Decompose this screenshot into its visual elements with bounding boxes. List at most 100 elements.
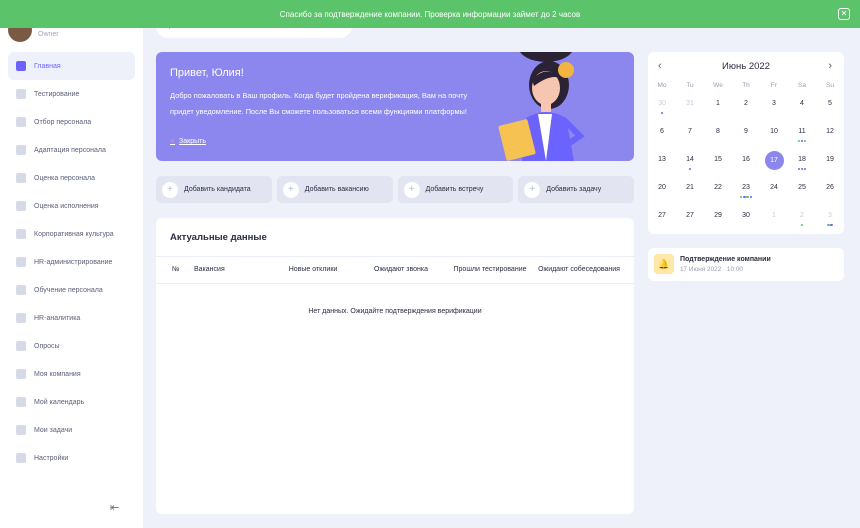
calendar-day[interactable]: 22 <box>704 178 732 206</box>
column-header: Вакансия <box>194 266 225 273</box>
add-action-button[interactable]: + Добавить задачу <box>518 176 634 203</box>
calendar-icon <box>16 397 26 407</box>
calendar-day[interactable]: 31 <box>676 94 704 122</box>
sidebar-item[interactable]: Тестирование <box>8 80 135 108</box>
sidebar-item[interactable]: Настройки <box>8 444 135 472</box>
sidebar-item[interactable]: Главная <box>8 52 135 80</box>
calendar-day[interactable]: 30 <box>732 206 760 234</box>
action-label: Добавить встречу <box>425 186 484 193</box>
calendar-day[interactable]: 3 <box>760 94 788 122</box>
calendar-day[interactable]: 10 <box>760 122 788 150</box>
chevron-right-icon[interactable]: › <box>828 60 832 72</box>
calendar-day[interactable]: 13 <box>648 150 676 178</box>
notification-card[interactable]: 🔔 Подтверждение компании 17 Июня 2022 · … <box>648 248 844 281</box>
calendar-day[interactable]: 9 <box>732 122 760 150</box>
event-dots <box>732 195 760 199</box>
collapse-sidebar-icon[interactable]: ⇤ <box>110 501 119 514</box>
calendar-day[interactable]: 24 <box>760 178 788 206</box>
sidebar-item[interactable]: Мой календарь <box>8 388 135 416</box>
day-number: 21 <box>686 184 694 191</box>
calendar-day[interactable]: 1 <box>760 206 788 234</box>
current-data-card: Актуальные данные № Вакансия Новые отклики… <box>156 218 634 514</box>
chevron-left-icon[interactable]: ‹ <box>658 60 662 72</box>
calendar-month: Июнь 2022 <box>722 61 770 72</box>
sidebar-item[interactable]: HR-аналитика <box>8 304 135 332</box>
calendar-day[interactable]: 27 <box>648 206 676 234</box>
calendar-day[interactable]: 16 <box>732 150 760 178</box>
calendar-day[interactable]: 18 <box>788 150 816 178</box>
sidebar-item-label: Оценка персонала <box>34 174 95 182</box>
plus-icon: + <box>403 181 420 198</box>
culture-icon <box>16 229 26 239</box>
calendar-day[interactable]: 19 <box>816 150 844 178</box>
empty-state: Нет данных. Ожидайте подтверждения вериф… <box>308 308 482 315</box>
event-dot <box>746 195 749 198</box>
add-action-button[interactable]: + Добавить встречу <box>397 176 514 203</box>
sidebar-item[interactable]: Корпоративная культура <box>8 220 135 248</box>
calendar-day[interactable]: 21 <box>676 178 704 206</box>
sidebar-item[interactable]: Отбор персонала <box>8 108 135 136</box>
calendar-day[interactable]: 7 <box>676 122 704 150</box>
calendar-day[interactable]: 5 <box>816 94 844 122</box>
calendar-day[interactable]: 11 <box>788 122 816 150</box>
day-number: 25 <box>798 184 806 191</box>
table-header: № Вакансия Новые отклики Ожидают звонка Прош… <box>156 256 634 284</box>
calendar-day[interactable]: 2 <box>788 206 816 234</box>
add-action-button[interactable]: + Добавить кандидата <box>156 176 272 203</box>
sidebar-item[interactable]: Мои задачи <box>8 416 135 444</box>
sidebar-item-label: Обучение персонала <box>34 286 103 294</box>
calendar-day[interactable]: 25 <box>788 178 816 206</box>
event-dot <box>830 223 833 226</box>
calendar-day[interactable]: 15 <box>704 150 732 178</box>
calendar-day[interactable]: 6 <box>648 122 676 150</box>
sidebar-item[interactable]: HR-администрирование <box>8 248 135 276</box>
calendar-day[interactable]: 23 <box>732 178 760 206</box>
calendar-day[interactable]: 4 <box>788 94 816 122</box>
notification-title: Подтверждение компании <box>680 256 771 263</box>
sidebar-item[interactable]: Адаптация персонала <box>8 136 135 164</box>
welcome-close-link[interactable]: Закрыть <box>170 138 206 145</box>
close-icon[interactable]: ✕ <box>838 8 850 20</box>
graduation-icon <box>16 285 26 295</box>
day-number: 29 <box>714 212 722 219</box>
tasks-icon <box>16 425 26 435</box>
sidebar-item[interactable]: Моя компания <box>8 360 135 388</box>
event-dot <box>688 167 692 170</box>
sidebar-item[interactable]: Опросы <box>8 332 135 360</box>
calendar-day[interactable]: 30 <box>648 94 676 122</box>
calendar-day[interactable]: 27 <box>676 206 704 234</box>
day-number: 8 <box>716 128 720 135</box>
weekday-label: Tu <box>686 82 694 89</box>
sidebar-item-label: HR-администрирование <box>34 258 113 266</box>
sidebar-item-label: Отбор персонала <box>34 118 92 126</box>
weekday-label: Fr <box>770 82 778 89</box>
sidebar-item[interactable]: Оценка персонала <box>8 164 135 192</box>
day-number: 2 <box>744 100 748 107</box>
day-number: 30 <box>658 100 666 107</box>
day-number: 13 <box>658 156 666 163</box>
sidebar-item-label: Моя компания <box>34 370 81 378</box>
calendar-day[interactable]: 17 <box>760 150 788 178</box>
event-dot <box>660 111 664 114</box>
calendar-day[interactable]: 2 <box>732 94 760 122</box>
weekday-label: Sa <box>798 82 806 89</box>
sidebar-item[interactable]: Обучение персонала <box>8 276 135 304</box>
calendar-day[interactable]: 8 <box>704 122 732 150</box>
day-number: 9 <box>744 128 748 135</box>
calendar-day[interactable]: 1 <box>704 94 732 122</box>
verification-banner: Спасибо за подтверждение компании. Прове… <box>0 0 860 28</box>
event-dots <box>788 223 816 227</box>
calendar-day[interactable]: 3 <box>816 206 844 234</box>
welcome-card: Привет, Юлия! Добро пожаловать в Ваш про… <box>156 52 634 161</box>
calendar-day[interactable]: 26 <box>816 178 844 206</box>
sidebar-item-label: Корпоративная культура <box>34 230 114 238</box>
sidebar-item[interactable]: Оценка исполнения <box>8 192 135 220</box>
calendar-day[interactable]: 14 <box>676 150 704 178</box>
action-label: Добавить кандидата <box>184 186 251 193</box>
add-action-button[interactable]: + Добавить вакансию <box>276 176 393 203</box>
calendar-day[interactable]: 12 <box>816 122 844 150</box>
day-number: 1 <box>772 212 776 219</box>
calendar-day[interactable]: 29 <box>704 206 732 234</box>
calendar-day[interactable]: 20 <box>648 178 676 206</box>
analytics-icon <box>16 313 26 323</box>
